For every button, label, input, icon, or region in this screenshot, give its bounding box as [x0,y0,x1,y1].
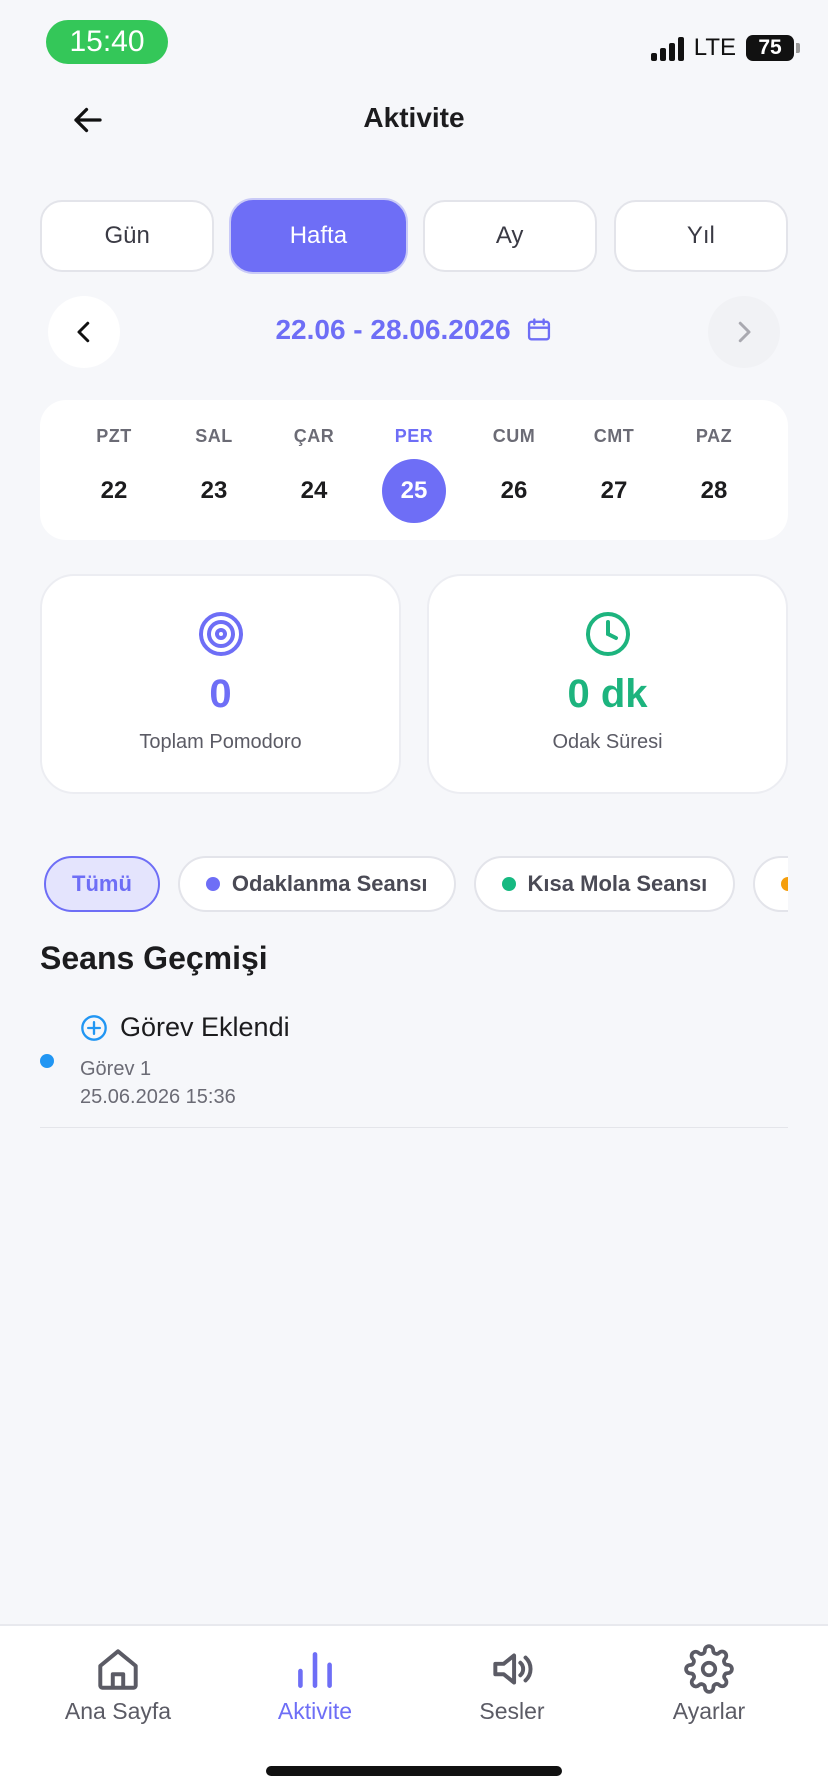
plus-circle-icon [81,1014,107,1041]
battery-icon: 75 [746,35,800,61]
day-name: SAL [195,426,233,446]
day-name: CMT [593,426,635,446]
history-item-title: Görev Eklendi [120,1012,290,1042]
clock-icon [585,612,630,656]
focus-dot-icon [205,877,220,891]
day-name: ÇAR [293,426,335,446]
status-indicators: LTE 75 [650,34,800,62]
filter-short-break-session[interactable]: Kısa Mola Seansı [473,856,736,912]
filter-long-break-session[interactable] [753,856,788,912]
focus-time-card: 0 dk Odak Süresi [427,574,788,794]
filter-label: Odaklanma Seansı [231,871,428,896]
day-number: 24 [300,477,328,504]
session-filter-chips: Tümü Odaklanma Seansı Kısa Mola Seansı [44,856,788,912]
day-tuesday[interactable]: SAL 23 [178,400,250,540]
signal-icon [650,35,684,61]
focus-time-value: 0 dk [567,672,648,716]
day-monday[interactable]: PZT 22 [78,400,150,540]
day-number-selected: 25 [382,459,446,523]
target-icon [198,612,243,656]
nav-sounds[interactable]: Sesler [422,1644,602,1725]
history-item-task: Görev 1 [80,1058,152,1080]
nav-label: Ayarlar [672,1698,746,1724]
long-break-dot-icon [781,877,788,891]
home-icon [98,1649,138,1690]
battery-level: 75 [758,36,782,59]
nav-label: Ana Sayfa [64,1698,172,1724]
nav-activity[interactable]: Aktivite [225,1644,405,1725]
status-time: 15:40 [46,20,168,64]
date-range-picker[interactable]: 22.06 - 28.06.2026 [0,314,828,346]
date-range-label: 22.06 - 28.06.2026 [275,314,511,345]
tab-month[interactable]: Ay [422,200,597,272]
day-number: 28 [700,477,728,504]
tab-year[interactable]: Yıl [613,200,788,272]
total-pomodoro-value: 0 [209,672,232,716]
tab-day[interactable]: Gün [40,200,215,272]
filter-all[interactable]: Tümü [44,856,160,912]
total-pomodoro-label: Toplam Pomodoro [139,731,302,753]
filter-label: Kısa Mola Seansı [527,871,708,896]
speaker-icon [493,1653,533,1685]
page-title: Aktivite [363,102,465,133]
nav-settings[interactable]: Ayarlar [619,1644,799,1725]
activity-screen: 15:40 LTE 75 Aktivite Gün Hafta Ay Yıl 2… [0,0,828,1792]
calendar-icon [527,318,550,341]
period-tabs: Gün Hafta Ay Yıl [40,200,788,272]
chart-icon [298,1652,332,1688]
history-dot-icon [40,1054,54,1068]
chevron-right-icon [738,321,751,343]
day-saturday[interactable]: CMT 27 [578,400,650,540]
status-bar: 15:40 LTE 75 [0,0,828,80]
day-name: PER [394,426,434,446]
day-name: CUM [492,426,536,446]
stats-row: 0 Toplam Pomodoro 0 dk Odak Süresi [40,574,788,794]
history-item[interactable]: Görev Eklendi Görev 1 25.06.2026 15:36 [40,1008,788,1128]
week-strip: PZT 22 SAL 23 ÇAR 24 PER 25 CUM 26 CMT 2… [40,400,788,540]
day-name: PAZ [695,426,733,446]
tab-week[interactable]: Hafta [231,200,406,272]
day-sunday[interactable]: PAZ 28 [678,400,750,540]
day-wednesday[interactable]: ÇAR 24 [278,400,350,540]
session-history-title: Seans Geçmişi [40,940,268,976]
day-friday[interactable]: CUM 26 [478,400,550,540]
gear-icon [684,1644,734,1694]
history-item-time: 25.06.2026 15:36 [80,1086,236,1108]
day-number: 22 [100,477,128,504]
day-number: 26 [500,477,528,504]
nav-home[interactable]: Ana Sayfa [28,1644,208,1725]
filter-label: Tümü [72,871,132,896]
history-item-header: Görev Eklendi [80,1012,290,1043]
total-pomodoro-card: 0 Toplam Pomodoro [40,574,401,794]
day-number: 27 [600,477,628,504]
home-indicator [266,1766,562,1776]
day-name: PZT [96,426,132,446]
next-week-button[interactable] [708,296,780,368]
day-number: 23 [200,477,228,504]
network-label: LTE [693,34,736,61]
focus-time-label: Odak Süresi [552,731,663,753]
nav-label: Sesler [479,1698,545,1724]
nav-label: Aktivite [277,1698,353,1724]
short-break-dot-icon [501,877,516,891]
filter-focus-session[interactable]: Odaklanma Seansı [177,856,456,912]
day-thursday[interactable]: PER 25 [378,400,450,540]
